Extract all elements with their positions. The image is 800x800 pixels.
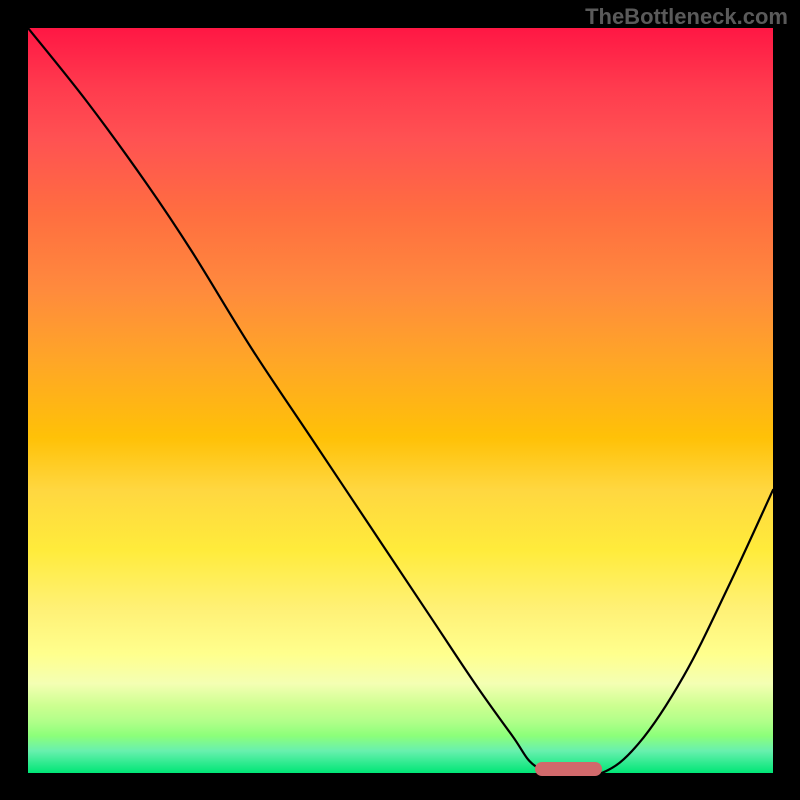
optimal-range-marker — [535, 762, 602, 776]
curve-svg — [28, 28, 773, 773]
watermark-text: TheBottleneck.com — [585, 4, 788, 30]
chart-container: TheBottleneck.com — [0, 0, 800, 800]
plot-area — [28, 28, 773, 773]
bottleneck-curve — [28, 28, 773, 773]
